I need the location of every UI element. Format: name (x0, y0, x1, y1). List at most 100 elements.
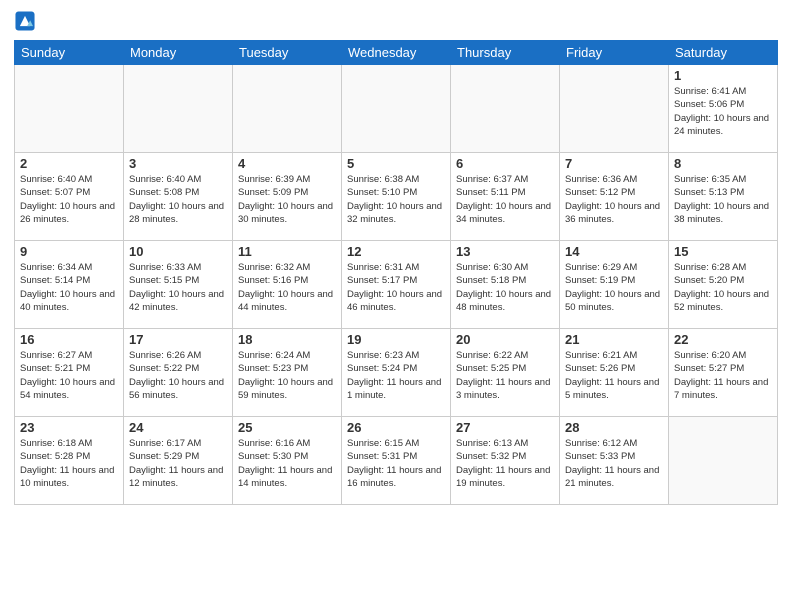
day-cell-13: 13 Sunrise: 6:30 AM Sunset: 5:18 PM Dayli… (451, 241, 560, 329)
day-info: Sunrise: 6:17 AM Sunset: 5:29 PM Dayligh… (129, 437, 227, 490)
day-cell-21: 21 Sunrise: 6:21 AM Sunset: 5:26 PM Dayli… (560, 329, 669, 417)
day-info: Sunrise: 6:24 AM Sunset: 5:23 PM Dayligh… (238, 349, 336, 402)
day-info: Sunrise: 6:34 AM Sunset: 5:14 PM Dayligh… (20, 261, 118, 314)
empty-cell (124, 65, 233, 153)
week-row-1: 2 Sunrise: 6:40 AM Sunset: 5:07 PM Daylig… (15, 153, 778, 241)
day-number: 6 (456, 156, 554, 171)
day-info: Sunrise: 6:30 AM Sunset: 5:18 PM Dayligh… (456, 261, 554, 314)
day-number: 17 (129, 332, 227, 347)
day-number: 14 (565, 244, 663, 259)
day-info: Sunrise: 6:23 AM Sunset: 5:24 PM Dayligh… (347, 349, 445, 402)
day-number: 1 (674, 68, 772, 83)
day-info: Sunrise: 6:37 AM Sunset: 5:11 PM Dayligh… (456, 173, 554, 226)
logo-icon (14, 10, 36, 32)
day-info: Sunrise: 6:13 AM Sunset: 5:32 PM Dayligh… (456, 437, 554, 490)
day-cell-20: 20 Sunrise: 6:22 AM Sunset: 5:25 PM Dayli… (451, 329, 560, 417)
day-info: Sunrise: 6:41 AM Sunset: 5:06 PM Dayligh… (674, 85, 772, 138)
day-number: 5 (347, 156, 445, 171)
day-cell-14: 14 Sunrise: 6:29 AM Sunset: 5:19 PM Dayli… (560, 241, 669, 329)
day-number: 15 (674, 244, 772, 259)
empty-cell (233, 65, 342, 153)
day-number: 25 (238, 420, 336, 435)
day-cell-27: 27 Sunrise: 6:13 AM Sunset: 5:32 PM Dayli… (451, 417, 560, 505)
day-number: 11 (238, 244, 336, 259)
day-cell-25: 25 Sunrise: 6:16 AM Sunset: 5:30 PM Dayli… (233, 417, 342, 505)
day-cell-4: 4 Sunrise: 6:39 AM Sunset: 5:09 PM Daylig… (233, 153, 342, 241)
day-number: 19 (347, 332, 445, 347)
weekday-header-thursday: Thursday (451, 41, 560, 65)
day-cell-10: 10 Sunrise: 6:33 AM Sunset: 5:15 PM Dayli… (124, 241, 233, 329)
weekday-header-sunday: Sunday (15, 41, 124, 65)
weekday-header-wednesday: Wednesday (342, 41, 451, 65)
day-info: Sunrise: 6:28 AM Sunset: 5:20 PM Dayligh… (674, 261, 772, 314)
week-row-0: 1 Sunrise: 6:41 AM Sunset: 5:06 PM Daylig… (15, 65, 778, 153)
calendar-table: SundayMondayTuesdayWednesdayThursdayFrid… (14, 40, 778, 505)
day-cell-22: 22Sunrise: 6:20 AM Sunset: 5:27 PM Dayli… (669, 329, 778, 417)
day-info: Sunrise: 6:12 AM Sunset: 5:33 PM Dayligh… (565, 437, 663, 490)
day-number: 10 (129, 244, 227, 259)
day-cell-12: 12Sunrise: 6:31 AM Sunset: 5:17 PM Dayli… (342, 241, 451, 329)
day-info: Sunrise: 6:40 AM Sunset: 5:08 PM Dayligh… (129, 173, 227, 226)
calendar-header: SundayMondayTuesdayWednesdayThursdayFrid… (15, 41, 778, 65)
weekday-header-friday: Friday (560, 41, 669, 65)
day-number: 12 (347, 244, 445, 259)
day-number: 8 (674, 156, 772, 171)
week-row-2: 9 Sunrise: 6:34 AM Sunset: 5:14 PM Daylig… (15, 241, 778, 329)
day-number: 27 (456, 420, 554, 435)
day-number: 23 (20, 420, 118, 435)
day-number: 26 (347, 420, 445, 435)
day-cell-8: 8 Sunrise: 6:35 AM Sunset: 5:13 PM Daylig… (669, 153, 778, 241)
day-number: 4 (238, 156, 336, 171)
week-row-4: 23 Sunrise: 6:18 AM Sunset: 5:28 PM Dayli… (15, 417, 778, 505)
day-cell-17: 17 Sunrise: 6:26 AM Sunset: 5:22 PM Dayli… (124, 329, 233, 417)
day-info: Sunrise: 6:40 AM Sunset: 5:07 PM Dayligh… (20, 173, 118, 226)
week-row-3: 16 Sunrise: 6:27 AM Sunset: 5:21 PM Dayli… (15, 329, 778, 417)
day-info: Sunrise: 6:39 AM Sunset: 5:09 PM Dayligh… (238, 173, 336, 226)
day-cell-6: 6 Sunrise: 6:37 AM Sunset: 5:11 PM Daylig… (451, 153, 560, 241)
day-number: 18 (238, 332, 336, 347)
day-info: Sunrise: 6:36 AM Sunset: 5:12 PM Dayligh… (565, 173, 663, 226)
weekday-header-saturday: Saturday (669, 41, 778, 65)
day-number: 16 (20, 332, 118, 347)
day-number: 24 (129, 420, 227, 435)
day-number: 28 (565, 420, 663, 435)
empty-cell (560, 65, 669, 153)
day-info: Sunrise: 6:33 AM Sunset: 5:15 PM Dayligh… (129, 261, 227, 314)
day-cell-1: 1 Sunrise: 6:41 AM Sunset: 5:06 PM Daylig… (669, 65, 778, 153)
empty-cell (451, 65, 560, 153)
day-info: Sunrise: 6:35 AM Sunset: 5:13 PM Dayligh… (674, 173, 772, 226)
day-cell-18: 18 Sunrise: 6:24 AM Sunset: 5:23 PM Dayli… (233, 329, 342, 417)
day-info: Sunrise: 6:20 AM Sunset: 5:27 PM Dayligh… (674, 349, 772, 402)
empty-cell (669, 417, 778, 505)
day-number: 13 (456, 244, 554, 259)
calendar-body: 1 Sunrise: 6:41 AM Sunset: 5:06 PM Daylig… (15, 65, 778, 505)
logo (14, 10, 38, 32)
day-info: Sunrise: 6:38 AM Sunset: 5:10 PM Dayligh… (347, 173, 445, 226)
day-number: 7 (565, 156, 663, 171)
day-info: Sunrise: 6:15 AM Sunset: 5:31 PM Dayligh… (347, 437, 445, 490)
empty-cell (342, 65, 451, 153)
day-info: Sunrise: 6:26 AM Sunset: 5:22 PM Dayligh… (129, 349, 227, 402)
day-number: 20 (456, 332, 554, 347)
day-info: Sunrise: 6:22 AM Sunset: 5:25 PM Dayligh… (456, 349, 554, 402)
day-cell-5: 5 Sunrise: 6:38 AM Sunset: 5:10 PM Daylig… (342, 153, 451, 241)
day-cell-3: 3 Sunrise: 6:40 AM Sunset: 5:08 PM Daylig… (124, 153, 233, 241)
day-cell-23: 23 Sunrise: 6:18 AM Sunset: 5:28 PM Dayli… (15, 417, 124, 505)
day-info: Sunrise: 6:29 AM Sunset: 5:19 PM Dayligh… (565, 261, 663, 314)
day-cell-2: 2 Sunrise: 6:40 AM Sunset: 5:07 PM Daylig… (15, 153, 124, 241)
day-cell-15: 15 Sunrise: 6:28 AM Sunset: 5:20 PM Dayli… (669, 241, 778, 329)
day-number: 3 (129, 156, 227, 171)
day-cell-11: 11 Sunrise: 6:32 AM Sunset: 5:16 PM Dayli… (233, 241, 342, 329)
day-info: Sunrise: 6:18 AM Sunset: 5:28 PM Dayligh… (20, 437, 118, 490)
day-info: Sunrise: 6:21 AM Sunset: 5:26 PM Dayligh… (565, 349, 663, 402)
day-number: 2 (20, 156, 118, 171)
day-number: 21 (565, 332, 663, 347)
weekday-header-monday: Monday (124, 41, 233, 65)
day-info: Sunrise: 6:27 AM Sunset: 5:21 PM Dayligh… (20, 349, 118, 402)
day-cell-9: 9 Sunrise: 6:34 AM Sunset: 5:14 PM Daylig… (15, 241, 124, 329)
header (14, 10, 778, 32)
day-info: Sunrise: 6:32 AM Sunset: 5:16 PM Dayligh… (238, 261, 336, 314)
day-number: 9 (20, 244, 118, 259)
day-cell-7: 7 Sunrise: 6:36 AM Sunset: 5:12 PM Daylig… (560, 153, 669, 241)
day-info: Sunrise: 6:16 AM Sunset: 5:30 PM Dayligh… (238, 437, 336, 490)
